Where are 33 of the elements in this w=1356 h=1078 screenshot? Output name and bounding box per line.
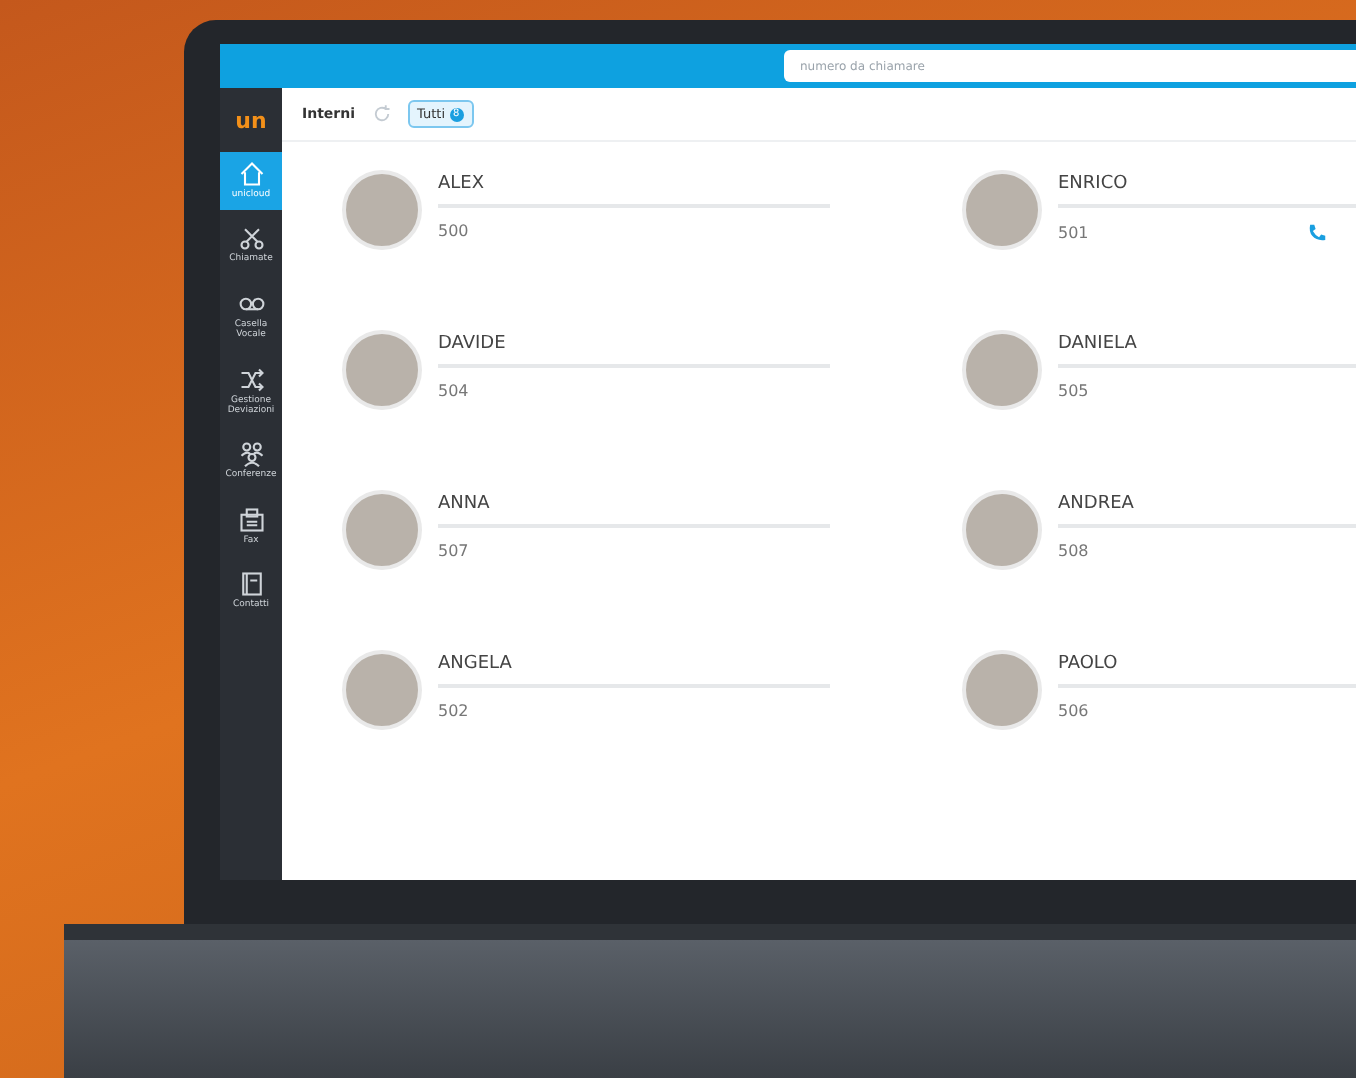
avatar-placeholder (962, 490, 1042, 570)
shuffle-icon (237, 365, 265, 394)
book-icon (237, 570, 265, 599)
extension-number: 502 (438, 702, 469, 720)
avatar-placeholder (962, 650, 1042, 730)
extension-number: 505 (1058, 382, 1089, 400)
avatar-placeholder (962, 330, 1042, 410)
contact-name: ALEX (438, 174, 487, 194)
contact-name: DANIELA (1058, 334, 1139, 354)
extension-number: 507 (438, 542, 469, 560)
contact-name: ANGELA (438, 654, 514, 674)
extension-number: 504 (438, 382, 469, 400)
extension-number: 501 (1058, 224, 1089, 242)
extension-number: 508 (1058, 542, 1089, 560)
avatar-placeholder (342, 650, 422, 730)
contact-name: ANNA (438, 494, 492, 514)
logo: un (235, 105, 267, 137)
scissors-icon (237, 224, 265, 253)
avatar-placeholder (962, 170, 1042, 250)
extension-number: 500 (438, 222, 469, 240)
contact-name: PAOLO (1058, 654, 1120, 674)
people-icon (237, 440, 265, 469)
phone-icon[interactable] (1306, 222, 1328, 244)
home-icon (237, 160, 265, 188)
contact-name: ENRICO (1058, 174, 1130, 194)
avatar-placeholder (342, 170, 422, 250)
refresh-icon[interactable] (371, 104, 392, 124)
contact-name: DAVIDE (438, 334, 508, 354)
contact-name: ANDREA (1058, 494, 1136, 514)
avatar-placeholder (342, 330, 422, 410)
extension-number: 506 (1058, 702, 1089, 720)
avatar-placeholder (342, 490, 422, 570)
fax-icon (237, 505, 265, 534)
